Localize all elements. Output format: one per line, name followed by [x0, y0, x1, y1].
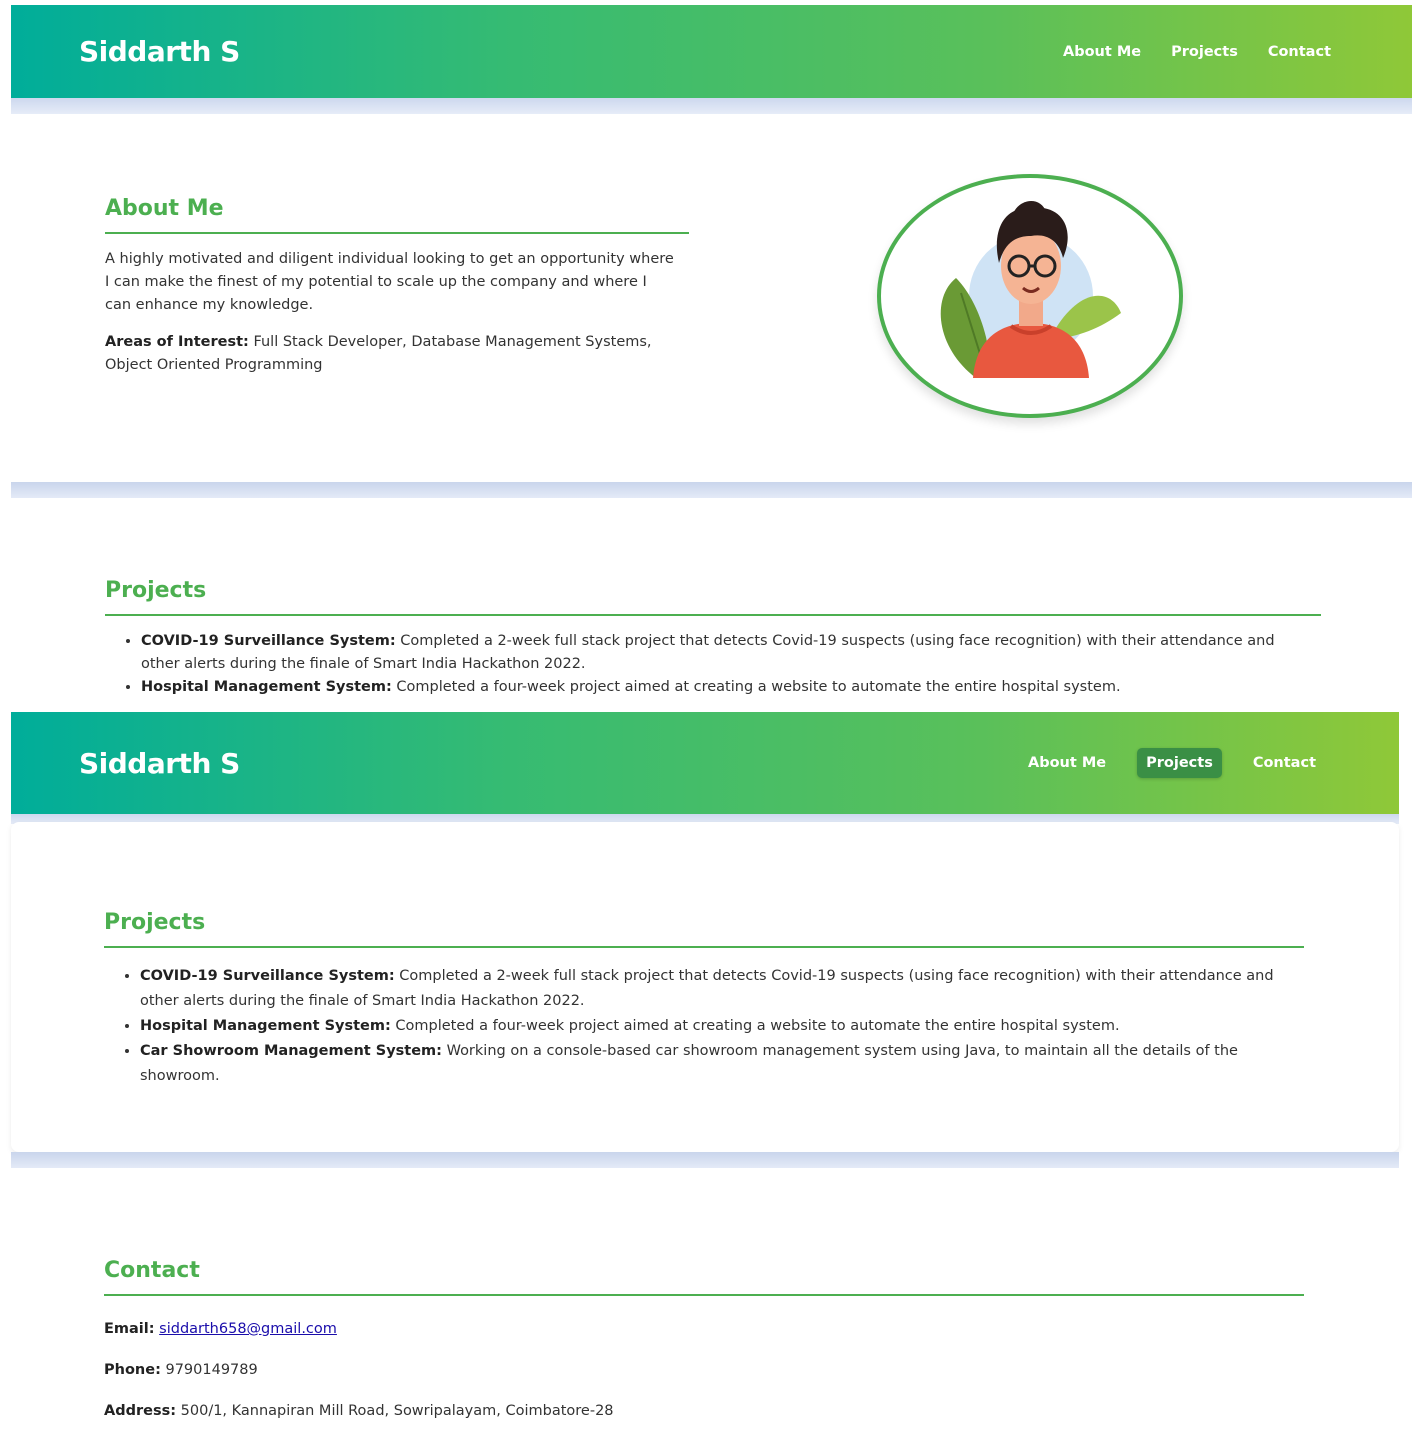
nav-projects[interactable]: Projects [1162, 37, 1247, 67]
header-shadow [11, 98, 1412, 114]
project-item: Car Showroom Management System: Working … [140, 1039, 1300, 1089]
about-section: About Me A highly motivated and diligent… [11, 114, 1412, 482]
phone-value: 9790149789 [165, 1362, 258, 1378]
about-heading: About Me [105, 196, 689, 234]
projects-heading: Projects [105, 578, 1321, 616]
projects-heading: Projects [104, 910, 1304, 948]
projects-list: COVID-19 Surveillance System: Completed … [104, 964, 1304, 1089]
project-desc: Completed a four-week project aimed at c… [395, 1018, 1120, 1034]
project-title: Car Showroom Management System: [140, 1043, 442, 1059]
project-desc: Completed a four-week project aimed at c… [396, 679, 1121, 695]
project-item: Hospital Management System: Completed a … [141, 676, 1311, 698]
about-text: A highly motivated and diligent individu… [105, 251, 674, 313]
project-title: Hospital Management System: [141, 679, 392, 695]
section-divider [11, 1152, 1399, 1168]
email-label: Email: [104, 1321, 155, 1337]
address-value: 500/1, Kannapiran Mill Road, Sowripalaya… [180, 1403, 614, 1419]
site-brand[interactable]: Siddarth S [79, 747, 240, 780]
interest-label: Areas of Interest: [105, 334, 249, 350]
project-item: COVID-19 Surveillance System: Completed … [140, 964, 1300, 1014]
project-title: COVID-19 Surveillance System: [141, 633, 396, 649]
phone-label: Phone: [104, 1362, 161, 1378]
contact-content: Contact [104, 1258, 1304, 1296]
contact-phone: Phone: 9790149789 [104, 1362, 258, 1378]
nav-about[interactable]: About Me [1054, 37, 1150, 67]
contact-section: Contact Email: siddarth658@gmail.com Pho… [11, 1168, 1399, 1443]
projects-section: Projects COVID-19 Surveillance System: C… [11, 822, 1399, 1152]
project-title: COVID-19 Surveillance System: [140, 968, 395, 984]
projects-list: COVID-19 Surveillance System: Completed … [105, 630, 1321, 698]
email-link[interactable]: siddarth658@gmail.com [159, 1321, 337, 1337]
nav-projects-active[interactable]: Projects [1137, 748, 1222, 778]
contact-email: Email: siddarth658@gmail.com [104, 1321, 337, 1337]
project-title: Hospital Management System: [140, 1018, 391, 1034]
contact-heading: Contact [104, 1258, 1304, 1296]
projects-content: Projects COVID-19 Surveillance System: C… [104, 910, 1304, 1089]
main-nav: About Me Projects Contact [1054, 37, 1340, 67]
contact-address: Address: 500/1, Kannapiran Mill Road, So… [104, 1403, 614, 1419]
page: Siddarth S About Me Projects Contact Abo… [0, 0, 1412, 1443]
main-nav: About Me Projects Contact [1019, 748, 1325, 778]
nav-contact[interactable]: Contact [1244, 748, 1325, 778]
address-label: Address: [104, 1403, 177, 1419]
project-item: Hospital Management System: Completed a … [140, 1014, 1300, 1039]
areas-of-interest: Areas of Interest: Full Stack Developer,… [105, 331, 685, 377]
projects-content-top: Projects COVID-19 Surveillance System: C… [105, 578, 1321, 698]
nav-about[interactable]: About Me [1019, 748, 1115, 778]
profile-avatar [877, 174, 1183, 418]
project-item: COVID-19 Surveillance System: Completed … [141, 630, 1311, 676]
site-brand[interactable]: Siddarth S [79, 35, 240, 68]
site-header: Siddarth S About Me Projects Contact [11, 5, 1412, 98]
site-header-2: Siddarth S About Me Projects Contact [11, 712, 1399, 814]
section-divider [11, 482, 1412, 498]
nav-contact[interactable]: Contact [1259, 37, 1340, 67]
avatar-illustration-icon [940, 200, 1121, 378]
projects-section-top: Projects COVID-19 Surveillance System: C… [11, 498, 1412, 698]
about-content: About Me A highly motivated and diligent… [105, 196, 689, 377]
